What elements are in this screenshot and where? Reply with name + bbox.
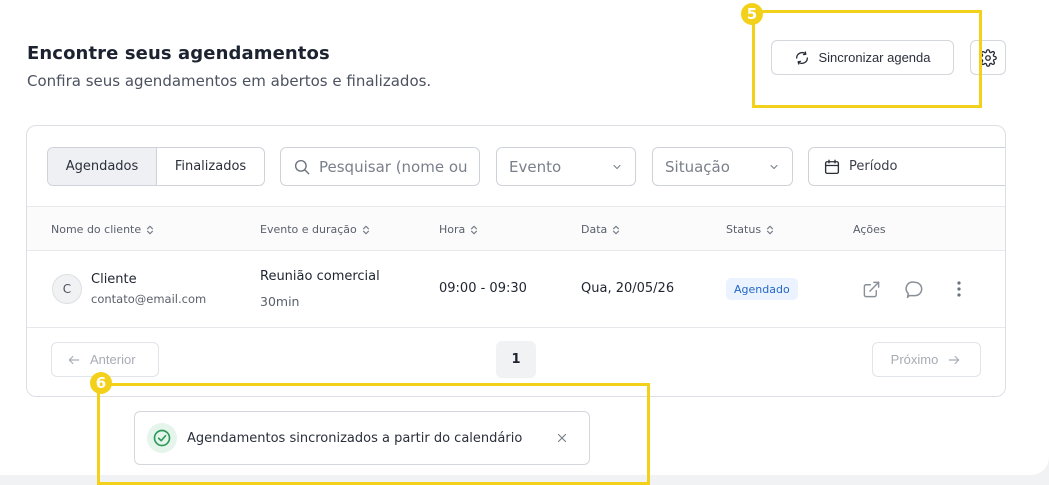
search-placeholder: Pesquisar (nome ou bbox=[319, 157, 468, 176]
sort-icon bbox=[146, 225, 154, 235]
avatar: C bbox=[52, 274, 82, 304]
column-client-name[interactable]: Nome do cliente bbox=[51, 223, 154, 236]
event-select-label: Evento bbox=[509, 157, 562, 176]
table-row[interactable]: C Cliente contato@email.com Reunião come… bbox=[27, 251, 1005, 328]
search-field[interactable]: Pesquisar (nome ou bbox=[280, 147, 480, 186]
page-title: Encontre seus agendamentos bbox=[27, 43, 330, 64]
status-select-label: Situação bbox=[665, 157, 730, 176]
column-actions: Ações bbox=[853, 223, 886, 236]
column-date[interactable]: Data bbox=[581, 223, 620, 236]
period-picker[interactable]: Período bbox=[808, 147, 1005, 186]
appointment-time: 09:00 - 09:30 bbox=[439, 281, 527, 296]
step-marker-5: 5 bbox=[741, 3, 763, 25]
client-name: Cliente bbox=[91, 272, 137, 287]
sort-icon bbox=[612, 225, 620, 235]
chat-icon bbox=[905, 279, 925, 299]
tab-finalizados[interactable]: Finalizados bbox=[157, 148, 264, 185]
column-time[interactable]: Hora bbox=[439, 223, 478, 236]
chevron-down-icon bbox=[768, 161, 780, 173]
event-select[interactable]: Evento bbox=[496, 147, 636, 186]
event-name: Reunião comercial bbox=[260, 269, 380, 284]
column-event-duration[interactable]: Evento e duração bbox=[260, 223, 370, 236]
highlight-toast-area bbox=[97, 383, 650, 485]
period-picker-label: Período bbox=[849, 159, 898, 174]
open-appointment-button[interactable] bbox=[860, 278, 882, 300]
highlight-sync-area bbox=[752, 10, 982, 108]
column-status[interactable]: Status bbox=[726, 223, 774, 236]
main-panel: Encontre seus agendamentos Confira seus … bbox=[0, 0, 1049, 485]
more-actions-button[interactable] bbox=[948, 278, 970, 300]
arrow-left-icon bbox=[66, 353, 82, 367]
chevron-down-icon bbox=[611, 161, 623, 173]
next-page-button[interactable]: Próximo bbox=[872, 342, 981, 377]
appointments-tab-group: Agendados Finalizados bbox=[47, 147, 265, 186]
status-badge: Agendado bbox=[726, 278, 798, 300]
page-number[interactable]: 1 bbox=[496, 341, 536, 378]
previous-page-button[interactable]: Anterior bbox=[51, 342, 159, 377]
step-marker-6: 6 bbox=[90, 372, 112, 394]
appointments-card: Agendados Finalizados Pesquisar (nome ou… bbox=[26, 125, 1006, 397]
message-client-button[interactable] bbox=[904, 278, 926, 300]
event-duration: 30min bbox=[260, 294, 300, 309]
search-icon bbox=[293, 158, 311, 176]
arrow-right-icon bbox=[946, 353, 962, 367]
more-vertical-icon bbox=[956, 280, 962, 298]
calendar-icon bbox=[823, 158, 841, 176]
previous-page-label: Anterior bbox=[90, 352, 136, 367]
sort-icon bbox=[362, 225, 370, 235]
external-link-icon bbox=[862, 280, 881, 299]
table-header: Nome do cliente Evento e duração Hora Da… bbox=[27, 206, 1005, 251]
sort-icon bbox=[766, 225, 774, 235]
status-select[interactable]: Situação bbox=[652, 147, 793, 186]
next-page-label: Próximo bbox=[890, 352, 939, 367]
appointment-date: Qua, 20/05/26 bbox=[581, 281, 675, 296]
page-subtitle: Confira seus agendamentos em abertos e f… bbox=[27, 72, 432, 90]
tab-agendados[interactable]: Agendados bbox=[48, 148, 157, 185]
client-email: contato@email.com bbox=[91, 292, 207, 306]
sort-icon bbox=[470, 225, 478, 235]
